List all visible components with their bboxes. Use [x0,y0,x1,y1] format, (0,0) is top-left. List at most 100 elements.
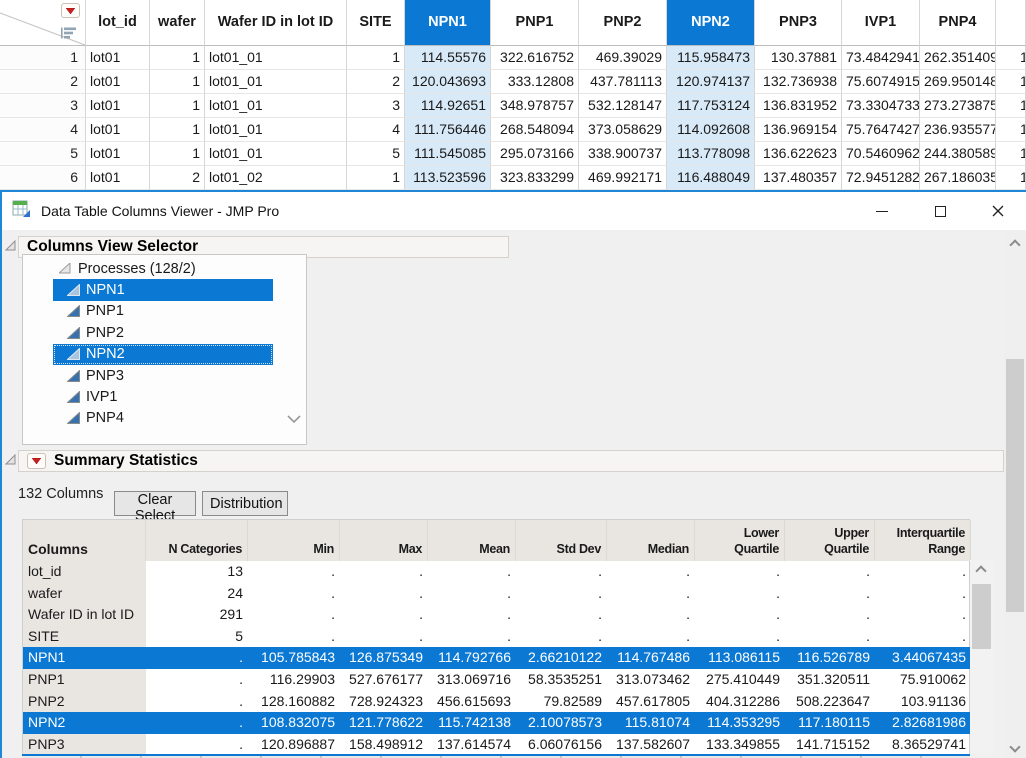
cell-pnp3[interactable]: 137.480357 [755,166,842,190]
summary-cell[interactable]: . [340,583,428,605]
cell-site[interactable]: 5 [347,142,405,166]
summary-cell[interactable]: . [146,669,248,691]
cell-pnp2[interactable]: 532.128147 [579,94,667,118]
column-header-pnp4[interactable]: PNP4 [920,0,996,46]
cell-lot-id[interactable]: lot01 [86,118,150,142]
summary-cell[interactable]: 115.742138 [428,712,516,734]
cell-pnp4[interactable]: 244.380589 [920,142,996,166]
summary-cell[interactable]: 120.896887 [248,734,340,756]
rows-panel-icon[interactable] [61,26,76,45]
cell-npn2[interactable]: 114.092608 [667,118,755,142]
cell-pnp3[interactable]: 130.37881 [755,46,842,70]
summary-header-2[interactable]: Min [248,520,340,561]
summary-header-5[interactable]: Std Dev [516,520,607,561]
cell-npn2[interactable]: 120.974137 [667,70,755,94]
cell-npn2[interactable]: 117.753124 [667,94,755,118]
tree-item-pnp4[interactable]: PNP4 [53,408,273,429]
cell-ivp1[interactable]: 70.5460962 [842,142,920,166]
summary-cell[interactable]: 291 [146,604,248,626]
summary-cell[interactable]: . [428,626,516,648]
summary-cell[interactable]: . [340,604,428,626]
summary-row-name[interactable]: NPN2 [23,712,146,734]
summary-table-scrollbar[interactable] [970,560,993,754]
summary-cell[interactable]: . [340,561,428,583]
summary-cell[interactable]: 117.180115 [785,712,875,734]
tree-item-npn1[interactable]: NPN1 [53,279,273,300]
cell-lot-id[interactable]: lot01 [86,142,150,166]
cell-partial[interactable]: 1 [996,118,1026,142]
clear-select-button[interactable]: Clear Select [114,491,196,516]
column-header-ivp1[interactable]: IVP1 [842,0,920,46]
summary-cell[interactable]: 133.349855 [695,734,785,756]
summary-cell[interactable]: 114.767486 [607,647,695,669]
summary-row-name[interactable]: lot_id [23,561,146,583]
summary-cell[interactable]: 58.3535251 [516,669,607,691]
summary-cell[interactable]: . [248,604,340,626]
summary-cell[interactable]: 313.073462 [607,669,695,691]
summary-cell[interactable]: 128.160882 [248,691,340,713]
summary-cell[interactable]: . [607,583,695,605]
summary-cell[interactable]: 13 [146,561,248,583]
tree-item-pnp3[interactable]: PNP3 [53,365,273,386]
scrollbar-thumb[interactable] [1006,359,1024,612]
summary-row-name[interactable]: PNP2 [23,691,146,713]
summary-row-name[interactable]: PNP1 [23,669,146,691]
cell-lot-id[interactable]: lot01 [86,94,150,118]
cell-npn1[interactable]: 111.756446 [405,118,491,142]
cell-pnp1[interactable]: 268.548094 [491,118,579,142]
summary-row-name[interactable]: NPN1 [23,647,146,669]
cell-wafer[interactable]: 1 [150,118,205,142]
cell-pnp4[interactable]: 273.273875 [920,94,996,118]
cell-pnp1[interactable]: 322.616752 [491,46,579,70]
red-triangle-menu-icon[interactable] [61,3,80,18]
summary-header-4[interactable]: Mean [428,520,516,561]
summary-header-1[interactable]: N Categories [146,520,248,561]
cell-pnp1[interactable]: 333.12808 [491,70,579,94]
summary-cell[interactable]: . [146,647,248,669]
row-number[interactable]: 4 [0,118,86,142]
summary-cell[interactable]: 527.676177 [340,669,428,691]
column-header-lot-id[interactable]: lot_id [86,0,150,46]
summary-cell[interactable]: 79.82589 [516,691,607,713]
summary-cell[interactable]: . [785,561,875,583]
cell-site[interactable]: 1 [347,166,405,190]
summary-cell[interactable]: . [248,583,340,605]
cell-ivp1[interactable]: 72.9451282 [842,166,920,190]
cell-lot-id[interactable]: lot01 [86,46,150,70]
summary-cell[interactable]: 404.312286 [695,691,785,713]
cell-ivp1[interactable]: 75.6074915 [842,70,920,94]
summary-cell[interactable]: 121.778622 [340,712,428,734]
summary-cell[interactable]: 137.582607 [607,734,695,756]
summary-cell[interactable]: . [875,626,971,648]
summary-cell[interactable]: 2.82681986 [875,712,971,734]
scroll-up-icon[interactable] [975,565,986,576]
summary-cell[interactable]: . [428,604,516,626]
summary-cell[interactable]: 351.320511 [785,669,875,691]
summary-row-name[interactable]: Wafer ID in lot ID [23,604,146,626]
summary-cell[interactable]: . [785,626,875,648]
cell-npn1[interactable]: 114.92651 [405,94,491,118]
cell-lot-id[interactable]: lot01 [86,166,150,190]
row-number[interactable]: 5 [0,142,86,166]
summary-cell[interactable]: . [428,583,516,605]
cell-pnp3[interactable]: 132.736938 [755,70,842,94]
cell-site[interactable]: 4 [347,118,405,142]
tree-root-processes[interactable]: Processes (128/2) [23,258,286,279]
distribution-button[interactable]: Distribution [202,491,288,516]
summary-cell[interactable]: . [516,561,607,583]
summary-cell[interactable]: 75.910062 [875,669,971,691]
cell-wafer-id-in-lot-id[interactable]: lot01_02 [205,166,347,190]
summary-cell[interactable]: 113.086115 [695,647,785,669]
row-number[interactable]: 3 [0,94,86,118]
summary-cell[interactable]: 728.924323 [340,691,428,713]
cell-ivp1[interactable]: 75.7647427 [842,118,920,142]
disclosure-triangle-icon[interactable] [5,453,16,469]
scrollbar-thumb[interactable] [972,584,991,649]
summary-cell[interactable]: . [516,604,607,626]
window-scrollbar[interactable] [1004,232,1026,758]
summary-cell[interactable]: 158.498912 [340,734,428,756]
cell-partial[interactable]: 1 [996,166,1026,190]
summary-cell[interactable]: . [516,583,607,605]
tree-item-ivp1[interactable]: IVP1 [53,386,273,407]
cell-npn2[interactable]: 115.958473 [667,46,755,70]
